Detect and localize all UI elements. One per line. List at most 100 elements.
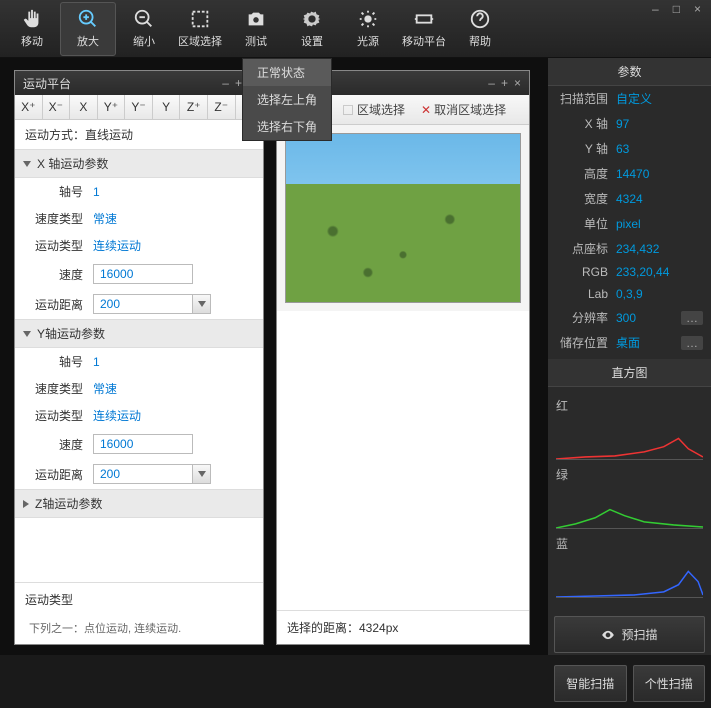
axis-x-minus[interactable]: X⁻: [43, 95, 71, 119]
z-section-header[interactable]: Z轴运动参数: [15, 489, 263, 518]
x-axis-no: 1: [93, 185, 100, 199]
y-distance-dropdown[interactable]: [193, 464, 211, 484]
zoom-in-icon: [77, 8, 99, 30]
x-distance-dropdown[interactable]: [193, 294, 211, 314]
dropdown-item-bottomright[interactable]: 选择右下角: [243, 113, 331, 140]
tool-region-select[interactable]: 区域选择: [172, 2, 228, 56]
panel-min-icon[interactable]: –: [488, 76, 495, 90]
smart-scan-button[interactable]: 智能扫描: [554, 665, 627, 702]
motion-type-desc: 下列之一：点位运动, 连续运动.: [15, 616, 263, 644]
x-speed-type: 常速: [93, 210, 117, 227]
motion-panel: 运动平台 –+× X⁺ X⁻ X Y⁺ Y⁻ Y Z⁺ Z⁻ Z 运动方式：直线…: [14, 70, 264, 645]
hand-icon: [21, 8, 43, 30]
axis-z-minus[interactable]: Z⁻: [208, 95, 236, 119]
dropdown-item-topleft[interactable]: 选择左上角: [243, 86, 331, 113]
param-rgb: 233,20,44: [616, 265, 669, 279]
tool-zoom-in[interactable]: 放大: [60, 2, 116, 56]
motion-panel-header: 运动平台 –+×: [15, 71, 263, 95]
histo-blue-label: 蓝: [556, 535, 703, 552]
tool-test[interactable]: 测试: [228, 2, 284, 56]
zoom-out-icon: [133, 8, 155, 30]
axis-y-minus[interactable]: Y⁻: [125, 95, 153, 119]
tool-move[interactable]: 移动: [4, 2, 60, 56]
param-point: 234,432: [616, 242, 659, 256]
close-button[interactable]: ×: [690, 2, 705, 16]
tool-platform[interactable]: 移动平台: [396, 2, 452, 56]
maximize-button[interactable]: □: [669, 2, 684, 16]
param-x[interactable]: 97: [616, 117, 629, 131]
select-icon: [342, 104, 354, 116]
tool-light[interactable]: 光源: [340, 2, 396, 56]
cancel-icon: ✕: [421, 103, 431, 117]
window-controls: – □ ×: [648, 2, 705, 16]
chevron-down-icon: [198, 301, 206, 307]
histo-red-label: 红: [556, 397, 703, 414]
right-sidebar: 参数 扫描范围自定义 X 轴97 Y 轴63 高度14470 宽度4324 单位…: [548, 58, 711, 655]
x-distance-input[interactable]: [93, 294, 193, 314]
tool-settings[interactable]: 设置: [284, 2, 340, 56]
chevron-right-icon: [23, 500, 29, 508]
chevron-down-icon: [23, 331, 31, 337]
light-icon: [357, 8, 379, 30]
panel-add-icon[interactable]: +: [501, 76, 508, 90]
axis-y-plus[interactable]: Y⁺: [98, 95, 126, 119]
chevron-down-icon: [198, 471, 206, 477]
histogram-header: 直方图: [548, 359, 711, 387]
y-section-header[interactable]: Y轴运动参数: [15, 319, 263, 348]
axis-z-plus[interactable]: Z⁺: [180, 95, 208, 119]
motion-type-footer: 运动类型: [15, 582, 263, 616]
platform-icon: [413, 8, 435, 30]
y-speed-input[interactable]: [93, 434, 193, 454]
param-y[interactable]: 63: [616, 142, 629, 156]
camera-icon: [245, 8, 267, 30]
param-width[interactable]: 4324: [616, 192, 643, 206]
panel-add-icon[interactable]: +: [235, 76, 242, 90]
preview-footer: 选择的距离：4324px: [277, 610, 529, 644]
param-save[interactable]: 桌面: [616, 334, 640, 351]
preview-panel: 预览 –+× 移动 区域选择 ✕取消区域选择 选择的距离：4324px: [276, 70, 530, 645]
chevron-down-icon: [23, 161, 31, 167]
resolution-more[interactable]: …: [681, 311, 703, 325]
y-distance-input[interactable]: [93, 464, 193, 484]
histogram-red: [556, 418, 703, 460]
axis-x-plus[interactable]: X⁺: [15, 95, 43, 119]
y-motion-type: 连续运动: [93, 407, 141, 424]
select-icon: [189, 8, 211, 30]
histogram-blue: [556, 556, 703, 598]
panel-min-icon[interactable]: –: [222, 76, 229, 90]
axis-x[interactable]: X: [70, 95, 98, 119]
axis-y[interactable]: Y: [153, 95, 181, 119]
preview-select[interactable]: 区域选择: [336, 98, 411, 121]
histogram-green: [556, 487, 703, 529]
preview-cancel[interactable]: ✕取消区域选择: [415, 98, 512, 121]
motion-mode: 运动方式：直线运动: [15, 120, 263, 149]
axis-buttons: X⁺ X⁻ X Y⁺ Y⁻ Y Z⁺ Z⁻ Z: [15, 95, 263, 120]
x-motion-type: 连续运动: [93, 237, 141, 254]
gear-icon: [301, 8, 323, 30]
custom-scan-button[interactable]: 个性扫描: [633, 665, 706, 702]
param-unit[interactable]: pixel: [616, 217, 641, 231]
y-axis-no: 1: [93, 355, 100, 369]
x-section-header[interactable]: X 轴运动参数: [15, 149, 263, 178]
params-header: 参数: [548, 58, 711, 86]
minimize-button[interactable]: –: [648, 2, 663, 16]
eye-icon: [601, 628, 615, 642]
panel-close-icon[interactable]: ×: [514, 76, 521, 90]
param-height[interactable]: 14470: [616, 167, 649, 181]
tool-zoom-out[interactable]: 缩小: [116, 2, 172, 56]
param-scan-range[interactable]: 自定义: [616, 90, 652, 107]
motion-panel-title: 运动平台: [23, 75, 71, 92]
param-lab: 0,3,9: [616, 287, 643, 301]
param-resolution[interactable]: 300: [616, 311, 636, 325]
save-more[interactable]: …: [681, 336, 703, 350]
prescan-button[interactable]: 预扫描: [554, 616, 705, 653]
help-icon: [469, 8, 491, 30]
x-speed-input[interactable]: [93, 264, 193, 284]
main-toolbar: 移动 放大 缩小 区域选择 测试 设置 光源 移动平台 帮助 – □ ×: [0, 0, 711, 58]
region-dropdown: 正常状态 选择左上角 选择右下角: [242, 58, 332, 141]
preview-image[interactable]: [285, 133, 521, 303]
y-speed-type: 常速: [93, 380, 117, 397]
histo-green-label: 绿: [556, 466, 703, 483]
tool-help[interactable]: 帮助: [452, 2, 508, 56]
dropdown-item-normal[interactable]: 正常状态: [243, 59, 331, 86]
